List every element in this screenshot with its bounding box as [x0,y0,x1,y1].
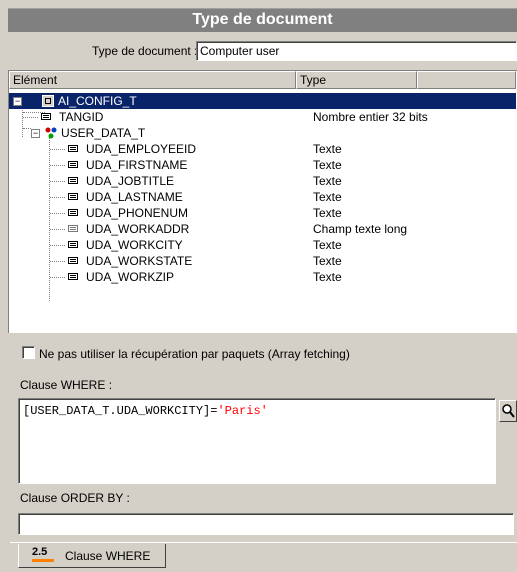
tree-row-type: Champ texte long [313,222,408,236]
tab-where-clause[interactable]: 2.5 Clause WHERE [18,544,166,568]
tree-row-label: UDA_WORKADDR [86,222,190,236]
long-text-icon [68,225,78,232]
tree-row-type: Texte [313,190,342,204]
tree-row-type: Texte [313,270,342,284]
column-header-empty [417,71,516,89]
tree-row[interactable]: − USER_DATA_T [9,125,516,141]
link-table-icon [45,127,57,139]
field-icon [68,209,78,216]
array-fetching-label: Ne pas utiliser la récupération par paqu… [39,347,350,361]
tree-row[interactable]: UDA_WORKADDR Champ texte long [9,221,516,237]
tree-row-label: UDA_JOBTITLE [86,174,175,188]
tree-row-type: Texte [313,174,342,188]
array-fetching-checkbox[interactable] [22,346,35,359]
tree-row[interactable]: UDA_EMPLOYEEID Texte [9,141,516,157]
tree-row[interactable]: TANGID Nombre entier 32 bits [9,109,516,125]
tree-row[interactable]: UDA_JOBTITLE Texte [9,173,516,189]
order-by-label: Clause ORDER BY : [20,491,130,505]
dialog-title: Type de document [8,8,517,32]
tree-row-label: USER_DATA_T [61,126,146,140]
tree-row-label: UDA_WORKZIP [86,270,175,284]
tree-row-label: UDA_FIRSTNAME [86,158,188,172]
field-icon [68,177,78,184]
doc-type-field[interactable]: Computer user [196,41,517,61]
tree-row-label: UDA_LASTNAME [86,190,183,204]
tree-row-type: Texte [313,206,342,220]
collapse-icon[interactable]: − [13,97,22,106]
tree-row-label: UDA_EMPLOYEEID [86,142,197,156]
tree-row-label: UDA_WORKSTATE [86,254,193,268]
where-clause-literal: 'Paris' [217,404,268,418]
tree-row[interactable]: UDA_WORKSTATE Texte [9,253,516,269]
tree-row[interactable]: UDA_LASTNAME Texte [9,189,516,205]
order-by-field[interactable] [18,513,514,535]
column-header-type[interactable]: Type [296,71,417,89]
field-icon [41,113,51,120]
field-icon [68,161,78,168]
field-icon [68,193,78,200]
where-clause-field: [USER_DATA_T.UDA_WORKCITY] [23,404,211,418]
query-helper-button[interactable] [499,400,517,422]
tree-row-label: AI_CONFIG_T [58,94,137,108]
field-icon [68,257,78,264]
tree-row[interactable]: UDA_WORKZIP Texte [9,269,516,285]
collapse-icon[interactable]: − [31,129,40,138]
tree-row-label: UDA_PHONENUM [86,206,189,220]
tree-row-root[interactable]: − AI_CONFIG_T [9,93,516,109]
tab-strip-line [10,542,517,543]
tree-row[interactable]: UDA_PHONENUM Texte [9,205,516,221]
where-clause-label: Clause WHERE : [20,378,113,392]
field-icon [68,145,78,152]
clause-icon-text: 2.5 [32,546,48,558]
field-icon [68,241,78,248]
tree-row-type: Texte [313,158,342,172]
tree-row-label: TANGID [59,110,104,124]
element-tree[interactable]: Elément Type − AI_CONFIG_T TANGID Nombre … [8,70,517,333]
doc-type-value: Computer user [200,44,280,58]
tree-row-type: Texte [313,238,342,252]
tree-row-label: UDA_WORKCITY [86,238,183,252]
doc-type-label: Type de document : [92,44,198,58]
table-icon [42,95,54,107]
tab-label: Clause WHERE [65,549,151,563]
where-clause-text: [USER_DATA_T.UDA_WORKCITY]='Paris' [23,404,268,418]
tree-row-type: Nombre entier 32 bits [313,110,428,124]
tree-row[interactable]: UDA_WORKCITY Texte [9,237,516,253]
where-clause-editor[interactable]: [USER_DATA_T.UDA_WORKCITY]='Paris' [18,398,496,484]
column-header-element[interactable]: Elément [9,71,296,89]
field-icon [68,273,78,280]
tree-row[interactable]: UDA_FIRSTNAME Texte [9,157,516,173]
clause-icon: 2.5 [32,546,54,562]
magnifier-icon [502,404,515,418]
tree-row-type: Texte [313,254,342,268]
tree-row-type: Texte [313,142,342,156]
